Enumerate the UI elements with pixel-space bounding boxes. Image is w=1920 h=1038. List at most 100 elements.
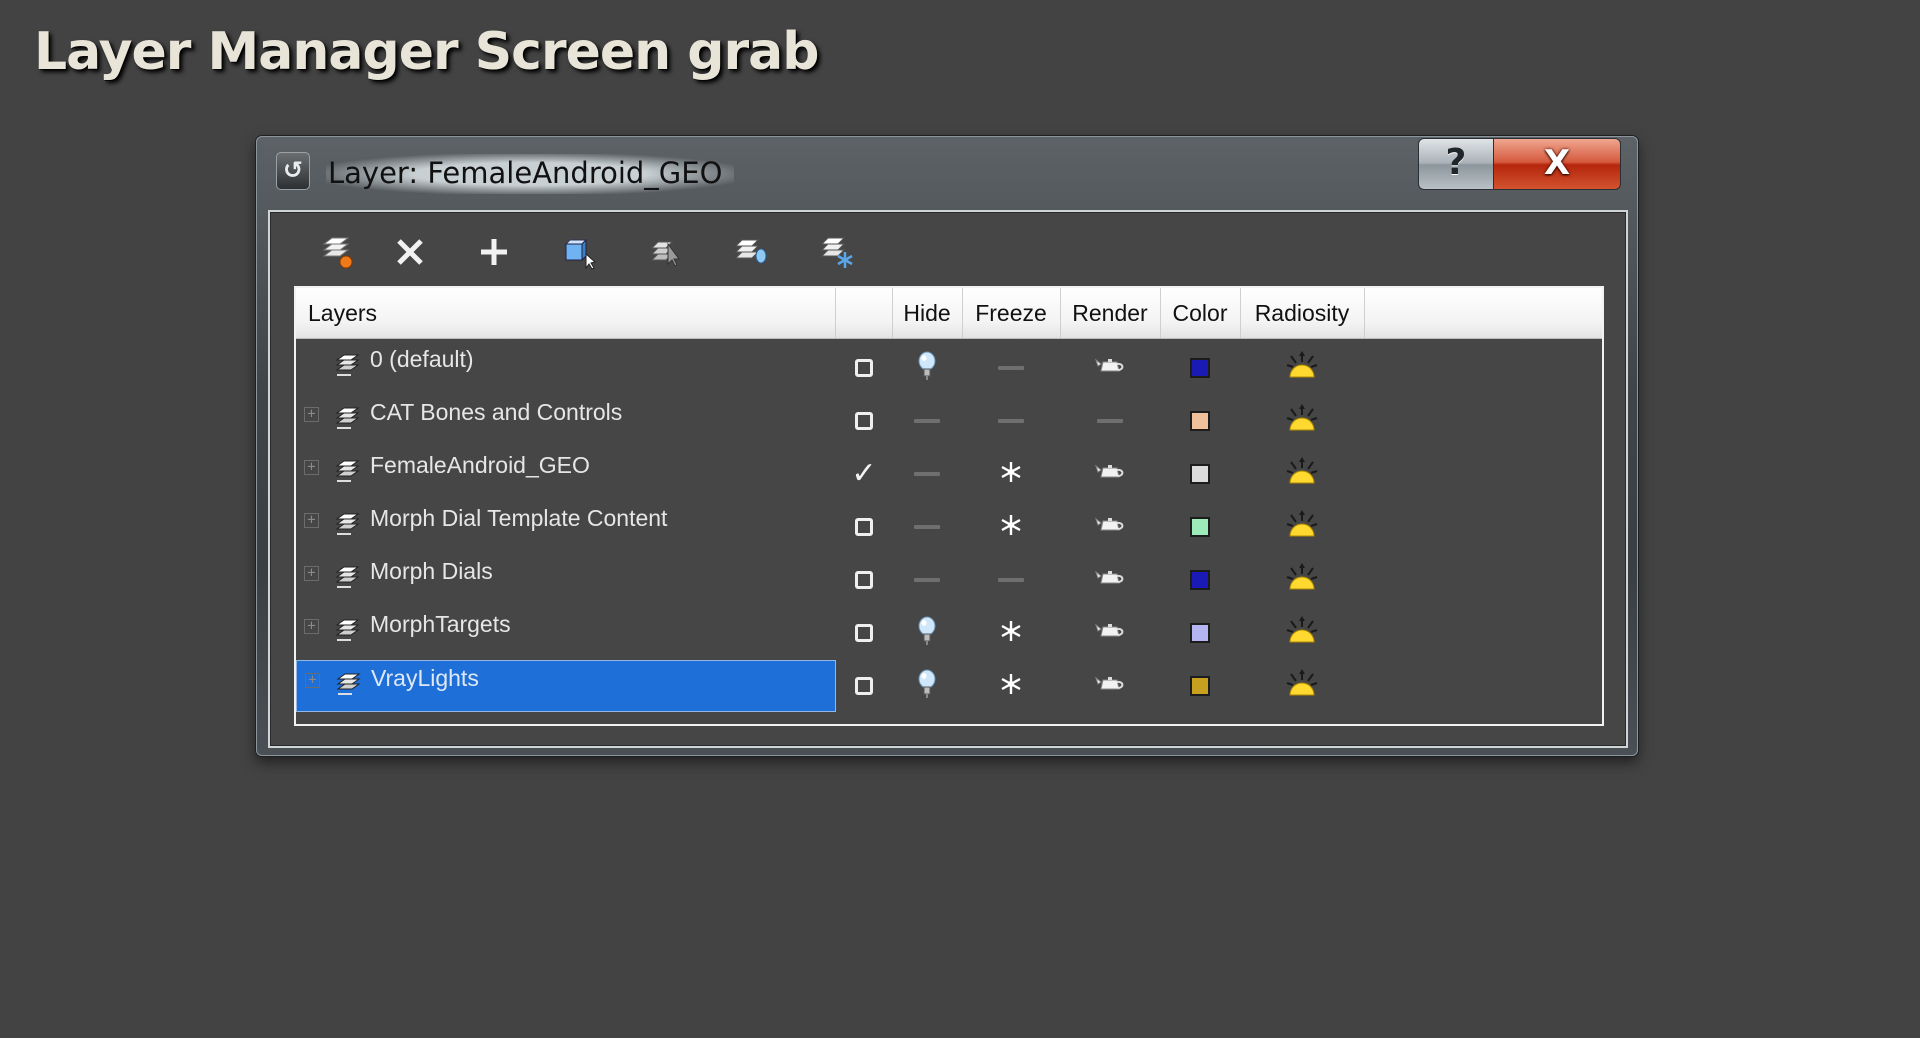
render-toggle[interactable] xyxy=(1060,607,1160,659)
layer-row[interactable]: + VrayLights xyxy=(296,660,1380,712)
render-toggle[interactable] xyxy=(1060,342,1160,394)
layer-color-swatch[interactable] xyxy=(1160,448,1240,500)
column-header-render[interactable]: Render xyxy=(1060,288,1161,338)
layer-row[interactable]: 0 (default) xyxy=(296,342,1380,394)
layer-row[interactable]: + Morph Dial Template Content xyxy=(296,501,1380,553)
color-swatch[interactable] xyxy=(1190,570,1210,590)
current-layer-toggle[interactable] xyxy=(836,554,892,606)
expand-icon[interactable]: + xyxy=(304,566,319,581)
layer-row[interactable]: + MorphTargets xyxy=(296,607,1380,659)
window-title: Layer: FemaleAndroid_GEO xyxy=(326,154,735,194)
expand-icon[interactable]: + xyxy=(304,460,319,475)
hide-layers-icon xyxy=(734,239,767,264)
expand-icon[interactable]: + xyxy=(304,407,319,422)
layers-list[interactable]: Layers Hide Freeze Render Color Radiosit… xyxy=(294,286,1604,726)
select-objects-icon xyxy=(564,238,597,270)
radiosity-toggle[interactable] xyxy=(1240,448,1364,500)
radiosity-toggle[interactable] xyxy=(1240,501,1364,553)
render-toggle[interactable] xyxy=(1060,554,1160,606)
layer-name-cell[interactable]: + VrayLights xyxy=(296,660,836,712)
layer-row[interactable]: + FemaleAndroid_GEO ✓ xyxy=(296,448,1380,500)
layer-row[interactable]: + Morph Dials xyxy=(296,554,1380,606)
render-toggle[interactable] xyxy=(1060,448,1160,500)
create-new-layer-button[interactable] xyxy=(310,224,366,280)
layer-name: CAT Bones and Controls xyxy=(370,399,623,425)
radiosity-toggle[interactable] xyxy=(1240,395,1364,447)
freeze-toggle[interactable] xyxy=(962,448,1060,500)
column-header-hide[interactable]: Hide xyxy=(892,288,963,338)
title-bar[interactable]: ↺ Layer: FemaleAndroid_GEO ? X xyxy=(256,136,1638,208)
column-header-radiosity[interactable]: Radiosity xyxy=(1240,288,1365,338)
render-teapot-icon xyxy=(1094,567,1125,593)
layer-color-swatch[interactable] xyxy=(1160,554,1240,606)
freeze-toggle[interactable] xyxy=(962,342,1060,394)
freeze-toggle[interactable] xyxy=(962,607,1060,659)
layer-name-cell[interactable]: 0 (default) xyxy=(296,342,836,394)
delete-layer-button[interactable] xyxy=(382,224,438,280)
freeze-toggle[interactable] xyxy=(962,554,1060,606)
highlight-selected-layers-button[interactable] xyxy=(638,224,694,280)
column-header-freeze[interactable]: Freeze xyxy=(962,288,1061,338)
render-toggle[interactable] xyxy=(1060,660,1160,712)
current-layer-toggle[interactable]: ✓ xyxy=(836,448,892,500)
column-header-current[interactable] xyxy=(836,288,893,338)
render-toggle[interactable] xyxy=(1060,395,1160,447)
help-button[interactable]: ? xyxy=(1418,138,1494,190)
hide-toggle[interactable] xyxy=(892,607,962,659)
client-area: Layers Hide Freeze Render Color Radiosit… xyxy=(268,210,1628,748)
radiosity-sun-icon xyxy=(1285,351,1319,385)
hide-toggle[interactable] xyxy=(892,448,962,500)
layer-color-swatch[interactable] xyxy=(1160,395,1240,447)
color-swatch[interactable] xyxy=(1190,411,1210,431)
current-layer-box-icon xyxy=(855,518,873,536)
freeze-toggle[interactable] xyxy=(962,395,1060,447)
radiosity-toggle[interactable] xyxy=(1240,554,1364,606)
color-swatch[interactable] xyxy=(1190,464,1210,484)
layer-name-cell[interactable]: + Morph Dial Template Content xyxy=(296,501,836,553)
app-logo-icon[interactable]: ↺ xyxy=(276,152,310,190)
column-header-layers[interactable]: Layers xyxy=(296,288,836,338)
hide-toggle[interactable] xyxy=(892,660,962,712)
hide-all-layers-button[interactable] xyxy=(724,224,780,280)
current-layer-toggle[interactable] xyxy=(836,501,892,553)
close-button[interactable]: X xyxy=(1493,138,1621,190)
layer-row[interactable]: + CAT Bones and Controls xyxy=(296,395,1380,447)
freeze-toggle[interactable] xyxy=(962,501,1060,553)
color-swatch[interactable] xyxy=(1190,517,1210,537)
color-swatch[interactable] xyxy=(1190,676,1210,696)
hide-toggle[interactable] xyxy=(892,342,962,394)
layer-name-cell[interactable]: + MorphTargets xyxy=(296,607,836,659)
inactive-dash-icon xyxy=(998,419,1024,423)
render-toggle[interactable] xyxy=(1060,501,1160,553)
radiosity-toggle[interactable] xyxy=(1240,342,1364,394)
layer-name-cell[interactable]: + FemaleAndroid_GEO xyxy=(296,448,836,500)
expand-icon[interactable]: + xyxy=(304,619,319,634)
freeze-all-layers-button[interactable] xyxy=(810,224,866,280)
current-layer-toggle[interactable] xyxy=(836,660,892,712)
layer-name-cell[interactable]: + Morph Dials xyxy=(296,554,836,606)
hide-toggle[interactable] xyxy=(892,395,962,447)
layer-color-swatch[interactable] xyxy=(1160,342,1240,394)
expand-icon[interactable]: + xyxy=(305,673,320,688)
current-layer-toggle[interactable] xyxy=(836,607,892,659)
layer-name-cell[interactable]: + CAT Bones and Controls xyxy=(296,395,836,447)
current-layer-toggle[interactable] xyxy=(836,395,892,447)
expand-icon[interactable]: + xyxy=(304,513,319,528)
layer-color-swatch[interactable] xyxy=(1160,607,1240,659)
select-objects-in-layer-button[interactable] xyxy=(552,224,608,280)
hide-bulb-icon xyxy=(916,616,938,650)
radiosity-toggle[interactable] xyxy=(1240,660,1364,712)
hide-toggle[interactable] xyxy=(892,501,962,553)
current-layer-toggle[interactable] xyxy=(836,342,892,394)
freeze-toggle[interactable] xyxy=(962,660,1060,712)
column-header-color[interactable]: Color xyxy=(1160,288,1241,338)
radiosity-toggle[interactable] xyxy=(1240,607,1364,659)
plus-icon xyxy=(481,239,507,265)
layer-color-swatch[interactable] xyxy=(1160,501,1240,553)
color-swatch[interactable] xyxy=(1190,623,1210,643)
inactive-dash-icon xyxy=(1097,419,1123,423)
add-selected-to-layer-button[interactable] xyxy=(466,224,522,280)
hide-toggle[interactable] xyxy=(892,554,962,606)
layer-color-swatch[interactable] xyxy=(1160,660,1240,712)
color-swatch[interactable] xyxy=(1190,358,1210,378)
